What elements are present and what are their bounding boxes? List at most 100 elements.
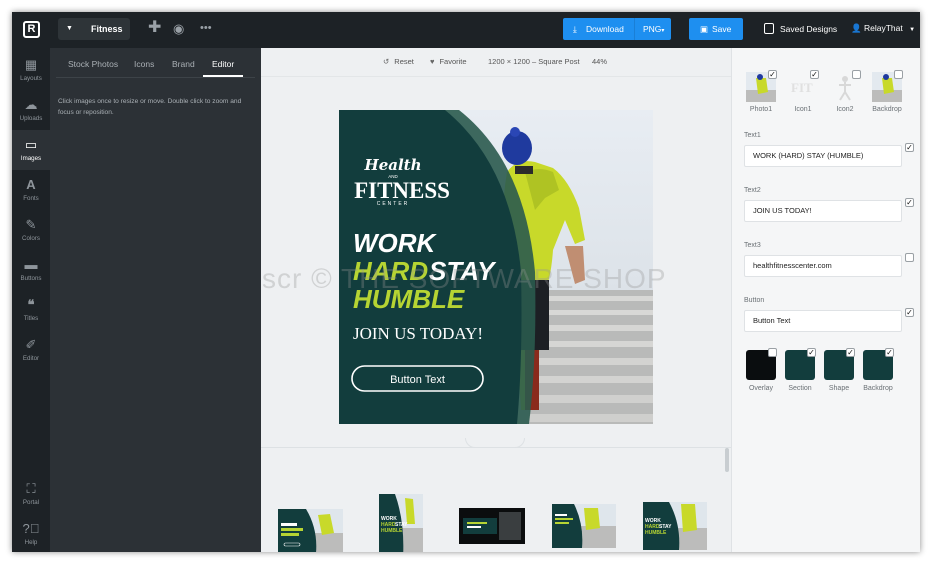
section-checkbox[interactable]: ✓ <box>807 348 816 357</box>
headline-stay: STAY <box>429 256 497 286</box>
text3-checkbox[interactable] <box>905 253 914 262</box>
text2-label: Text2 <box>744 187 761 194</box>
thumb-artwork <box>459 508 525 544</box>
logo-center: CENTER <box>377 201 410 207</box>
backdrop-image-label: Backdrop <box>872 106 902 113</box>
panel-tabs: Stock Photos Icons Brand Editor <box>50 48 261 77</box>
user-name: RelayThat <box>863 23 903 33</box>
image-icon: ▭ <box>24 137 38 152</box>
rail-item-buttons[interactable]: ▬ Buttons <box>12 250 50 290</box>
rail-label: Help <box>24 539 38 546</box>
rail-item-colors[interactable]: ✎ Colors <box>12 210 50 250</box>
favorite-button[interactable]: ♥ Favorite <box>430 57 467 66</box>
layout-thumbnails: WORK HARD STAY HUMBLE WORK HARD STAY HUM… <box>261 488 731 552</box>
eye-icon[interactable]: ◉ <box>173 22 184 36</box>
left-rail: ▦ Layouts ☁ Uploads ▭ Images A Fonts ✎ C… <box>12 48 50 552</box>
tab-stock-photos[interactable]: Stock Photos <box>68 59 118 69</box>
section-label: Section <box>788 385 812 392</box>
zoom-level: 44% <box>592 57 608 66</box>
scrollbar[interactable] <box>725 448 729 472</box>
download-button[interactable]: ⤓ Download PNG▾ <box>563 18 671 40</box>
rail-item-layouts[interactable]: ▦ Layouts <box>12 50 50 90</box>
overlay-label: Overlay <box>748 385 774 392</box>
font-icon: A <box>26 177 36 192</box>
button-text-field[interactable]: Button Text <box>744 310 902 332</box>
user-menu[interactable]: 👤 RelayThat ▼ <box>851 23 915 34</box>
rail-label: Layouts <box>20 75 42 82</box>
more-icon[interactable]: ••• <box>200 21 212 35</box>
rail-item-images[interactable]: ▭ Images <box>12 130 50 170</box>
mini-humble: HUMBLE <box>645 530 667 536</box>
save-button[interactable]: ▣ Save <box>689 18 743 40</box>
tab-icons[interactable]: Icons <box>134 59 154 69</box>
button-text-checkbox[interactable]: ✓ <box>905 308 914 317</box>
side-panel: Stock Photos Icons Brand Editor Click im… <box>50 48 261 552</box>
save-icon: ▣ <box>700 24 709 34</box>
layout-thumb-banner[interactable] <box>459 508 525 544</box>
layout-thumb-portrait[interactable]: WORK HARD STAY HUMBLE <box>379 494 423 552</box>
rail-item-fonts[interactable]: A Fonts <box>12 170 50 210</box>
text3-label: Text3 <box>744 242 761 249</box>
layouts-icon: ▦ <box>24 57 38 72</box>
saved-designs-link[interactable]: Saved Designs <box>764 23 837 34</box>
caret-down-icon: ▼ <box>909 27 916 33</box>
editor-hint: Click images once to resize or move. Dou… <box>58 98 242 116</box>
design-canvas[interactable]: Health AND FITNESS CENTER WORK HARD STAY… <box>339 110 653 424</box>
download-icon: ⤓ <box>573 24 577 34</box>
reset-label: Reset <box>394 57 414 66</box>
rail-label: Uploads <box>19 115 43 122</box>
edit-icon: ✐ <box>25 337 37 352</box>
rail-item-help[interactable]: ?⃝ Help <box>12 514 50 552</box>
shape-label: Shape <box>828 385 850 392</box>
saved-designs-icon <box>764 23 774 34</box>
subhead: JOIN US TODAY! <box>353 324 483 343</box>
shape-checkbox[interactable]: ✓ <box>846 348 855 357</box>
rail-item-editor[interactable]: ✐ Editor <box>12 330 50 370</box>
rail-label: Images <box>20 155 42 162</box>
format-select[interactable]: PNG▾ <box>643 18 664 42</box>
photo1-checkbox[interactable]: ✓ <box>768 70 777 79</box>
rail-item-portal[interactable]: ⛶ Portal <box>12 474 50 514</box>
reset-button[interactable]: ↺ Reset <box>383 57 414 66</box>
logo-fitness: FITNESS <box>354 178 450 203</box>
text1-field[interactable]: WORK (HARD) STAY (HUMBLE) <box>744 145 902 167</box>
text3-field[interactable]: healthfitnesscenter.com <box>744 255 902 277</box>
design-artwork: Health AND FITNESS CENTER WORK HARD STAY… <box>339 110 653 424</box>
format-label: PNG <box>643 24 662 34</box>
tab-brand[interactable]: Brand <box>172 59 195 69</box>
project-selector[interactable]: ▼ Fitness <box>58 18 130 40</box>
rail-item-titles[interactable]: ❝ Titles <box>12 290 50 330</box>
mini-humble: HUMBLE <box>381 528 403 534</box>
brush-icon: ✎ <box>25 217 37 232</box>
plus-icon[interactable]: ✚ <box>148 20 161 36</box>
rail-item-uploads[interactable]: ☁ Uploads <box>12 90 50 130</box>
headline-hard: HARD <box>353 256 428 286</box>
overlay-checkbox[interactable] <box>768 348 777 357</box>
size-label: 1200 × 1200 – Square Post <box>488 57 580 66</box>
icon2-checkbox[interactable] <box>852 70 861 79</box>
caret-down-icon: ▼ <box>66 25 73 32</box>
layout-thumb-landscape[interactable] <box>278 509 343 552</box>
saved-designs-label: Saved Designs <box>780 24 838 34</box>
user-icon: 👤 <box>851 23 862 33</box>
heart-icon: ♥ <box>430 57 435 66</box>
panel-drag-handle[interactable] <box>465 438 525 448</box>
logo-health: Health <box>364 156 422 174</box>
backdrop-image-checkbox[interactable] <box>894 70 903 79</box>
download-divider <box>634 18 635 40</box>
text1-checkbox[interactable]: ✓ <box>905 143 914 152</box>
thumb-artwork <box>552 504 616 548</box>
tab-editor[interactable]: Editor <box>212 59 234 69</box>
relaythat-logo[interactable]: R <box>23 21 40 38</box>
icon1-checkbox[interactable]: ✓ <box>810 70 819 79</box>
button-icon: ▬ <box>24 257 38 272</box>
backdrop-swatch-checkbox[interactable]: ✓ <box>885 348 894 357</box>
rail-label: Fonts <box>23 195 39 202</box>
icon2-label: Icon2 <box>836 106 854 113</box>
text2-checkbox[interactable]: ✓ <box>905 198 914 207</box>
text2-field[interactable]: JOIN US TODAY! <box>744 200 902 222</box>
layout-thumb-wide[interactable] <box>552 504 616 548</box>
thumb-artwork <box>278 509 343 552</box>
download-label: Download <box>586 24 624 34</box>
layout-thumb-square[interactable]: WORK HARD STAY HUMBLE <box>643 502 707 550</box>
